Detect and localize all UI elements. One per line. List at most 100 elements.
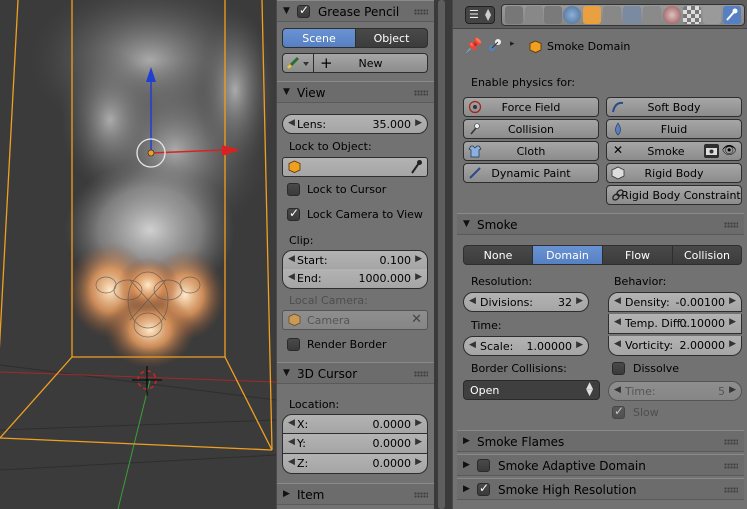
3d-viewport[interactable] <box>0 0 276 509</box>
grease-pencil-brush-button[interactable] <box>282 53 314 73</box>
render-camera-icon[interactable] <box>704 144 719 158</box>
tab-none[interactable]: None <box>463 245 533 265</box>
tab-collision[interactable]: Collision <box>672 245 742 265</box>
object-icon[interactable] <box>583 6 601 24</box>
force-field-button[interactable]: Force Field <box>463 97 599 117</box>
rigid-body-button[interactable]: Rigid Body <box>606 163 742 183</box>
decrement-arrow-icon[interactable]: ◀ <box>288 254 295 264</box>
render-layers-icon[interactable] <box>525 6 543 24</box>
cursor-z-field[interactable]: ◀ Z: 0.0000 ▶ <box>282 454 428 474</box>
dissolve-checkbox[interactable] <box>612 362 625 375</box>
scrollbar[interactable] <box>438 0 445 509</box>
smoke-flames-panel-header[interactable]: ▶ Smoke Flames <box>457 430 744 452</box>
rigid-body-constraint-button[interactable]: Rigid Body Constraint <box>606 185 742 205</box>
smoke-high-resolution-panel-header[interactable]: ▶ ✓ Smoke High Resolution <box>457 478 744 500</box>
render-border-checkbox[interactable] <box>287 338 300 351</box>
decrement-arrow-icon[interactable]: ◀ <box>288 118 295 128</box>
drag-grip-icon[interactable] <box>414 90 428 96</box>
lock-camera-to-view-checkbox[interactable]: ✓ <box>287 206 300 221</box>
clip-end-field[interactable]: ◀ End: 1000.000 ▶ <box>282 269 428 289</box>
lock-to-cursor-checkbox[interactable] <box>287 183 300 196</box>
drag-grip-icon[interactable] <box>724 487 738 493</box>
drag-grip-icon[interactable] <box>724 439 738 445</box>
temp-diff-field[interactable]: ◀ Temp. Diff.: 0.10000 ▶ <box>608 314 742 334</box>
view-panel-header[interactable]: ▼ View <box>277 81 434 103</box>
increment-arrow-icon[interactable]: ▶ <box>729 296 736 306</box>
increment-arrow-icon[interactable]: ▶ <box>729 385 736 395</box>
border-collisions-dropdown[interactable]: Open ▲ ▼ <box>463 380 600 400</box>
drag-grip-icon[interactable] <box>414 9 428 15</box>
grease-pencil-panel-header[interactable]: ▼ ✓ Grease Pencil <box>277 0 434 22</box>
tab-flow[interactable]: Flow <box>602 245 673 265</box>
data-icon[interactable] <box>643 6 661 24</box>
local-camera-field[interactable]: Camera ✕ <box>282 310 428 330</box>
decrement-arrow-icon[interactable]: ◀ <box>288 272 295 282</box>
density-field[interactable]: ◀ Density: -0.00100 ▶ <box>608 292 742 312</box>
vorticity-field[interactable]: ◀ Vorticity: 2.00000 ▶ <box>608 336 742 356</box>
tab-scene[interactable]: Scene <box>282 28 356 48</box>
tab-domain[interactable]: Domain <box>532 245 603 265</box>
pin-icon[interactable]: 📌 <box>465 38 482 54</box>
smoke-adaptive-domain-checkbox[interactable] <box>477 459 490 472</box>
eyedropper-icon[interactable] <box>409 159 423 178</box>
smoke-button[interactable]: ✕ Smoke 👁 <box>606 141 742 161</box>
decrement-arrow-icon[interactable]: ◀ <box>469 296 476 306</box>
lens-field[interactable]: ◀ Lens: 35.000 ▶ <box>282 114 428 134</box>
decrement-arrow-icon[interactable]: ◀ <box>469 340 476 350</box>
increment-arrow-icon[interactable]: ▶ <box>415 437 422 447</box>
particles-icon[interactable] <box>703 6 721 24</box>
tab-object[interactable]: Object <box>355 28 428 48</box>
drag-grip-icon[interactable] <box>414 492 428 498</box>
modifiers-icon[interactable] <box>623 6 641 24</box>
cloth-button[interactable]: Cloth <box>463 141 599 161</box>
decrement-arrow-icon[interactable]: ◀ <box>288 457 295 467</box>
clip-start-field[interactable]: ◀ Start: 0.100 ▶ <box>282 250 428 270</box>
increment-arrow-icon[interactable]: ▶ <box>729 339 736 349</box>
constraints-icon[interactable] <box>603 6 621 24</box>
physics-icon[interactable] <box>723 6 741 24</box>
new-grease-pencil-button[interactable]: + New <box>313 53 428 73</box>
decrement-arrow-icon[interactable]: ◀ <box>614 296 621 306</box>
decrement-arrow-icon[interactable]: ◀ <box>614 317 621 327</box>
increment-arrow-icon[interactable]: ▶ <box>415 118 422 128</box>
decrement-arrow-icon[interactable]: ◀ <box>288 418 295 428</box>
clear-x-icon[interactable]: ✕ <box>411 312 422 327</box>
lock-object-field[interactable] <box>282 157 428 177</box>
increment-arrow-icon[interactable]: ▶ <box>729 317 736 327</box>
3d-cursor-panel-header[interactable]: ▼ 3D Cursor <box>277 362 434 384</box>
cursor-y-field[interactable]: ◀ Y: 0.0000 ▶ <box>282 434 428 454</box>
decrement-arrow-icon[interactable]: ◀ <box>614 339 621 349</box>
smoke-panel-header[interactable]: ▼ Smoke <box>457 213 744 235</box>
smoke-high-resolution-checkbox[interactable]: ✓ <box>477 481 490 496</box>
increment-arrow-icon[interactable]: ▶ <box>576 340 583 350</box>
scene-icon[interactable] <box>544 6 562 24</box>
smoke-adaptive-domain-panel-header[interactable]: ▶ Smoke Adaptive Domain <box>457 454 744 476</box>
decrement-arrow-icon[interactable]: ◀ <box>288 437 295 447</box>
fluid-button[interactable]: Fluid <box>606 119 742 139</box>
divisions-field[interactable]: ◀ Divisions: 32 ▶ <box>463 292 589 312</box>
time-scale-field[interactable]: ◀ Scale: 1.00000 ▶ <box>463 336 589 356</box>
region-divider[interactable] <box>434 0 452 509</box>
increment-arrow-icon[interactable]: ▶ <box>415 457 422 467</box>
close-x-icon[interactable]: ✕ <box>613 143 627 157</box>
material-icon[interactable] <box>663 6 681 24</box>
cursor-x-field[interactable]: ◀ X: 0.0000 ▶ <box>282 414 428 434</box>
increment-arrow-icon[interactable]: ▶ <box>576 296 583 306</box>
drag-grip-icon[interactable] <box>414 371 428 377</box>
slow-checkbox[interactable]: ✓ <box>612 404 625 419</box>
eye-icon[interactable]: 👁 <box>722 143 737 157</box>
item-panel-header[interactable]: ▶ Item <box>277 483 434 505</box>
drag-grip-icon[interactable] <box>724 463 738 469</box>
world-icon[interactable] <box>563 6 581 24</box>
texture-icon[interactable] <box>683 6 701 24</box>
collision-button[interactable]: Collision <box>463 119 599 139</box>
grease-pencil-checkbox[interactable]: ✓ <box>297 3 310 18</box>
dissolve-time-field[interactable]: ◀ Time: 5 ▶ <box>608 381 742 401</box>
drag-grip-icon[interactable] <box>724 222 738 228</box>
editor-type-menu[interactable]: ☰ ▲ ▼ <box>465 6 495 24</box>
dynamic-paint-button[interactable]: Dynamic Paint <box>463 163 599 183</box>
render-icon[interactable] <box>505 6 523 24</box>
decrement-arrow-icon[interactable]: ◀ <box>614 385 621 395</box>
soft-body-button[interactable]: Soft Body <box>606 97 742 117</box>
increment-arrow-icon[interactable]: ▶ <box>415 418 422 428</box>
